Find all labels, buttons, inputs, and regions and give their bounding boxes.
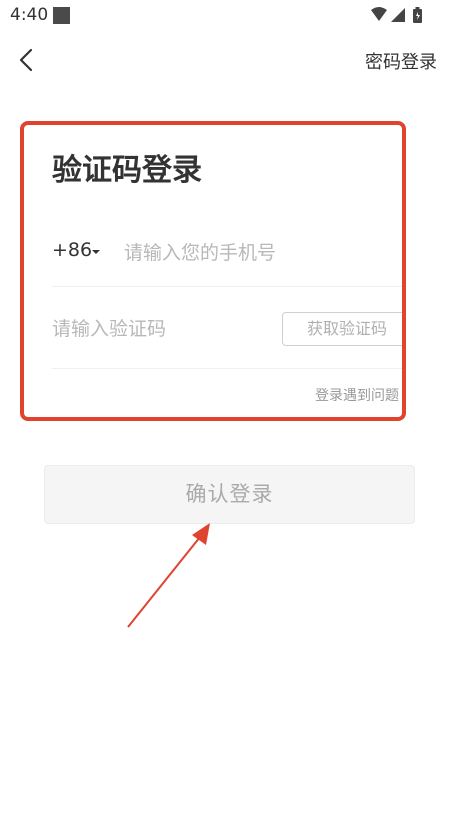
status-time: 4:40 (10, 5, 49, 25)
login-help-link[interactable]: 登录遇到问题 (315, 385, 402, 405)
status-icons (371, 7, 422, 23)
login-card: 验证码登录 +86 获取验证码 登录遇到问题 (20, 121, 406, 421)
signal-icon (391, 8, 405, 22)
phone-input[interactable] (124, 233, 394, 273)
get-code-button[interactable]: 获取验证码 (282, 312, 402, 346)
battery-icon (413, 7, 422, 23)
verification-code-input[interactable] (52, 309, 272, 349)
nav-bar: 密码登录 (0, 38, 459, 82)
code-row: 获取验证码 (52, 289, 402, 369)
phone-row: +86 (52, 231, 402, 287)
status-bar: 4:40 (0, 0, 459, 32)
page-title: 验证码登录 (52, 153, 202, 188)
dropdown-caret-icon[interactable] (92, 250, 100, 254)
password-login-link[interactable]: 密码登录 (365, 48, 437, 74)
annotation-arrow-icon (127, 523, 210, 628)
country-code-selector[interactable]: +86 (52, 239, 92, 261)
back-arrow-icon[interactable] (14, 46, 42, 74)
notification-icon (53, 7, 70, 24)
wifi-icon (371, 7, 387, 21)
